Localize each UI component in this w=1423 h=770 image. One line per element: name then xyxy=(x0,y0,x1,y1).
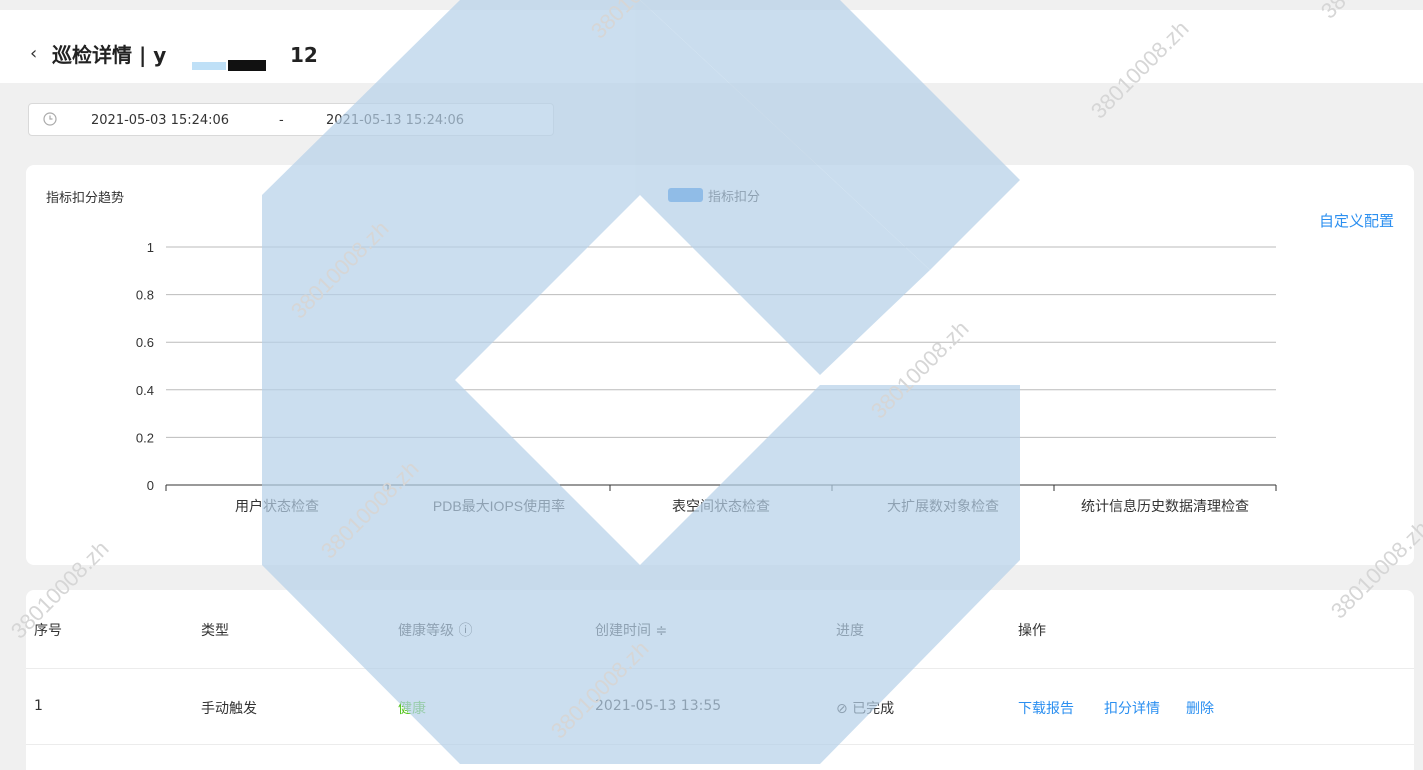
chevron-left-icon[interactable]: ‹ xyxy=(30,44,37,64)
health-status-badge: 健康 xyxy=(398,701,426,717)
date-end[interactable]: 2021-05-13 15:24:06 xyxy=(326,113,464,128)
column-header-progress: 进度 xyxy=(836,623,864,639)
chart-card: 指标扣分趋势 指标扣分 自定义配置 1 0.8 0.6 0.4 0.2 0 用户状态检查 PD… xyxy=(26,165,1414,565)
y-tick-label: 0 xyxy=(147,478,154,493)
column-header-index: 序号 xyxy=(34,623,62,639)
column-header-health[interactable]: 健康等级 ⓘ xyxy=(398,620,472,640)
header-divider xyxy=(26,668,1414,669)
y-tick-label: 1 xyxy=(147,240,154,255)
chart-plot: 1 0.8 0.6 0.4 0.2 0 用户状态检查 PDB最大IOPS使用率 表空间状态检查 大… xyxy=(136,240,1277,514)
progress-status: ⊘ 已完成 xyxy=(836,701,895,717)
y-tick-label: 0.8 xyxy=(136,288,154,303)
cell-created: 2021-05-13 13:55 xyxy=(595,698,722,714)
deduction-details-link[interactable]: 扣分详情 xyxy=(1104,698,1160,718)
inspection-table: 序号 类型 健康等级 ⓘ 创建时间 ≑ 进度 操作 1 手动触发 健康 2021… xyxy=(26,590,1414,770)
x-tick-label: 用户状态检查 xyxy=(235,498,319,514)
clock-icon xyxy=(43,112,57,126)
redaction-mask xyxy=(192,62,226,70)
page-title-suffix: 12 xyxy=(290,43,318,67)
redaction-mask xyxy=(228,60,266,71)
y-tick-label: 0.6 xyxy=(136,335,154,350)
page-title: 巡检详情 | y xyxy=(52,43,167,67)
page-header: ‹ 巡检详情 | y 12 xyxy=(0,10,1423,83)
row-divider xyxy=(26,744,1414,745)
date-separator: - xyxy=(279,113,284,128)
date-start[interactable]: 2021-05-03 15:24:06 xyxy=(91,113,229,128)
cell-index: 1 xyxy=(34,698,43,714)
column-header-type: 类型 xyxy=(201,623,229,639)
x-tick-label: 大扩展数对象检查 xyxy=(887,498,999,514)
x-tick-label: 统计信息历史数据清理检查 xyxy=(1081,498,1249,514)
y-tick-label: 0.2 xyxy=(136,430,154,445)
y-tick-label: 0.4 xyxy=(136,383,154,398)
x-tick-label: 表空间状态检查 xyxy=(672,498,770,514)
delete-link[interactable]: 删除 xyxy=(1186,698,1214,718)
download-report-link[interactable]: 下载报告 xyxy=(1018,698,1074,718)
cell-type: 手动触发 xyxy=(201,701,257,717)
column-header-actions: 操作 xyxy=(1018,623,1046,639)
x-tick-label: PDB最大IOPS使用率 xyxy=(433,498,565,514)
date-range-picker[interactable]: 2021-05-03 15:24:06 - 2021-05-13 15:24:0… xyxy=(28,103,554,136)
column-header-created[interactable]: 创建时间 ≑ xyxy=(595,620,667,640)
